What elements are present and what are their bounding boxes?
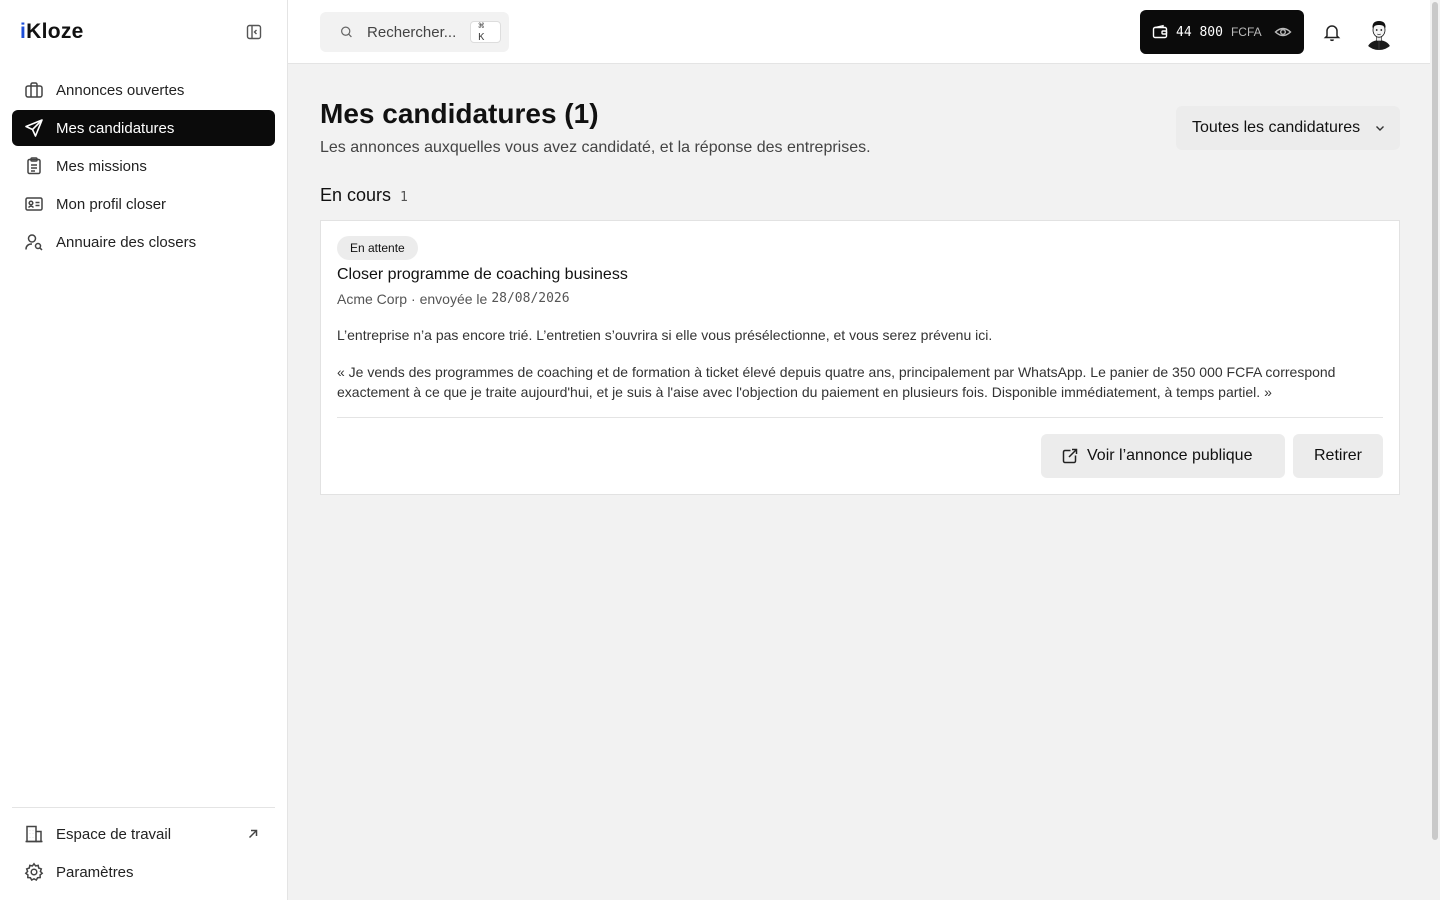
section-title: En cours <box>320 185 392 205</box>
sidebar-footer: Espace de travail Paramètres <box>12 807 275 900</box>
withdraw-button[interactable]: Retirer <box>1293 434 1383 478</box>
avatar[interactable] <box>1362 16 1396 50</box>
wallet-icon <box>1152 24 1168 39</box>
application-card: En attente Closer programme de coaching … <box>320 220 1400 495</box>
sidebar: i Kloze Annonces ouvertes Mes candidature… <box>0 0 288 900</box>
gear-icon <box>24 862 44 882</box>
sidebar-item-mes-missions[interactable]: Mes missions <box>12 148 275 184</box>
search-icon <box>341 26 352 38</box>
briefcase-icon <box>25 82 43 98</box>
application-title: Closer programme de coaching business <box>337 266 628 283</box>
section-header: En cours 1 <box>320 185 408 206</box>
sidebar-item-parametres[interactable]: Paramètres <box>12 854 275 890</box>
sent-date: 28/08/2026 <box>491 291 570 306</box>
page-subtitle: Les annonces auxquelles vous avez candid… <box>320 139 871 156</box>
page-title: Mes candidatures (1) <box>320 98 599 129</box>
application-status-text: L’entreprise n’a pas encore trié. L’entr… <box>337 327 993 343</box>
user-search-icon <box>25 234 43 251</box>
view-public-listing-button[interactable]: Voir l’annonce publique <box>1041 434 1285 478</box>
sidebar-item-mon-profil-closer[interactable]: Mon profil closer <box>12 186 275 222</box>
sidebar-collapse-icon[interactable] <box>245 23 263 41</box>
view-public-listing-label: Voir l’annonce publique <box>1087 447 1253 464</box>
eye-icon[interactable] <box>1274 23 1292 41</box>
avatar-image <box>1362 16 1396 50</box>
sidebar-item-label: Mes candidatures <box>56 119 175 137</box>
application-meta: Acme Corp · envoyée le 28/08/2026 <box>337 291 570 307</box>
clipboard-icon <box>27 157 41 175</box>
sidebar-item-label: Annonces ouvertes <box>56 81 185 99</box>
brand-row: i Kloze <box>0 0 287 64</box>
bell-icon[interactable] <box>1322 22 1342 42</box>
company-name: Acme Corp <box>337 291 408 307</box>
id-card-icon <box>25 197 43 211</box>
page-scrollbar[interactable] <box>1430 0 1440 900</box>
scrollbar-thumb[interactable] <box>1432 2 1438 840</box>
sidebar-item-espace-de-travail[interactable]: Espace de travail <box>12 816 275 852</box>
sidebar-item-label: Annuaire des closers <box>56 233 197 251</box>
arrow-up-right-icon <box>248 829 258 839</box>
building-icon <box>25 825 43 843</box>
sidebar-item-label: Paramètres <box>56 863 134 881</box>
application-pitch-quote: « Je vends des programmes de coaching et… <box>337 364 1336 400</box>
sidebar-item-annonces-ouvertes[interactable]: Annonces ouvertes <box>12 72 275 108</box>
topbar: Rechercher... ⌘ K 44 800 FCFA <box>288 0 1440 64</box>
card-divider <box>337 417 1383 418</box>
wallet-amount: 44 800 <box>1176 24 1223 40</box>
logo-text: Kloze <box>26 20 84 43</box>
sent-prefix: · envoyée le <box>411 291 488 307</box>
status-filter-value: Toutes les candidatures <box>1192 119 1361 136</box>
sidebar-item-label: Espace de travail <box>56 825 172 843</box>
sidebar-nav: Annonces ouvertes Mes candidatures Mes m… <box>0 64 287 268</box>
section-count: 1 <box>400 190 408 205</box>
sidebar-item-mes-candidatures[interactable]: Mes candidatures <box>12 110 275 146</box>
app-logo[interactable]: i Kloze <box>20 20 84 44</box>
search-input[interactable]: Rechercher... ⌘ K <box>320 12 509 52</box>
status-badge: En attente <box>337 236 418 260</box>
status-filter-select[interactable]: Toutes les candidatures <box>1176 106 1400 150</box>
search-placeholder: Rechercher... <box>367 23 457 41</box>
wallet-balance-button[interactable]: 44 800 FCFA <box>1140 10 1304 54</box>
sidebar-item-label: Mon profil closer <box>56 195 167 213</box>
sidebar-item-annuaire-des-closers[interactable]: Annuaire des closers <box>12 224 275 260</box>
wallet-currency: FCFA <box>1230 25 1262 39</box>
withdraw-label: Retirer <box>1313 447 1362 464</box>
chevron-down-icon <box>1376 126 1384 131</box>
external-link-icon <box>1062 448 1078 464</box>
sidebar-item-label: Mes missions <box>56 157 147 175</box>
search-shortcut-badge: ⌘ K <box>470 21 501 43</box>
send-icon <box>25 119 43 137</box>
